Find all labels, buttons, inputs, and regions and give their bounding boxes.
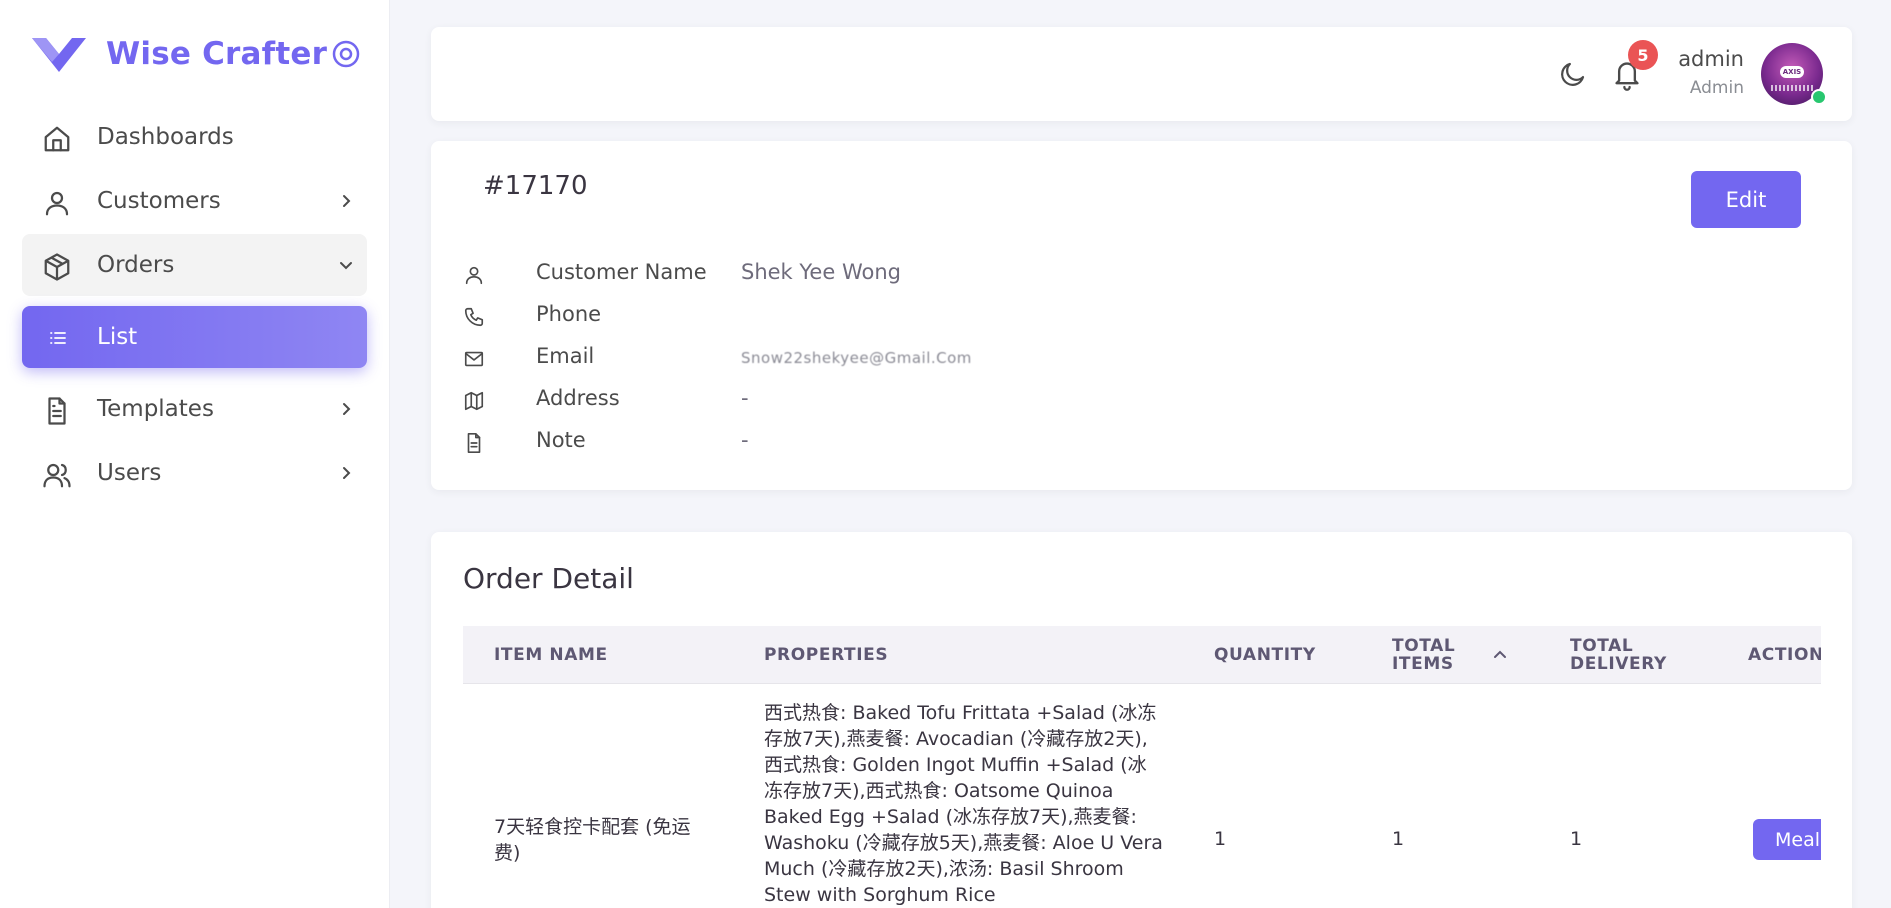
chevron-down-icon <box>340 262 352 270</box>
sidebar-item-users[interactable]: Users <box>22 442 367 504</box>
map-icon <box>464 391 484 411</box>
address-value: - <box>741 386 749 410</box>
properties-cell: 西式热食: Baked Tofu Frittata +Salad (冰冻存放7天… <box>764 702 1163 906</box>
brand[interactable]: Wise Crafter <box>30 32 370 76</box>
order-detail-card: Order Detail ITEM NAME PROPERTIES QUANTI… <box>431 532 1852 908</box>
order-id: #17170 <box>483 171 588 201</box>
email-label: Email <box>536 344 595 368</box>
customer-name-label: Customer Name <box>536 260 707 284</box>
sidebar-toggle-icon[interactable] <box>330 38 362 70</box>
file-text-icon <box>48 397 66 425</box>
moon-icon[interactable] <box>1558 59 1588 89</box>
quantity-cell: 1 <box>1214 828 1227 850</box>
item-name-cell: 7天轻食控卡配套 (免运费) <box>494 816 691 864</box>
email-value: Snow22shekyee@Gmail.Com <box>741 349 972 367</box>
column-header-properties[interactable]: PROPERTIES <box>764 646 888 664</box>
sidebar-item-label: List <box>97 324 138 350</box>
sidebar-item-list[interactable]: List <box>22 306 367 368</box>
meal-button[interactable]: Meal <box>1753 819 1821 860</box>
sidebar-item-label: Customers <box>97 188 221 214</box>
sidebar-item-templates[interactable]: Templates <box>22 378 367 440</box>
table-header: ITEM NAME PROPERTIES QUANTITY TOTAL ITEM… <box>463 626 1821 684</box>
avatar-decoration <box>1771 85 1813 91</box>
sidebar-item-label: Dashboards <box>97 124 234 150</box>
note-value: - <box>741 428 749 452</box>
list-icon <box>50 332 66 344</box>
chevron-right-icon <box>343 467 351 479</box>
brand-name: Wise Crafter <box>106 36 328 72</box>
chevron-right-icon <box>343 403 351 415</box>
user-icon <box>465 266 483 285</box>
address-label: Address <box>536 386 620 410</box>
column-header-quantity[interactable]: QUANTITY <box>1214 646 1316 664</box>
sort-ascending-icon[interactable] <box>1491 646 1509 664</box>
column-header-total-delivery[interactable]: TOTAL DELIVERY <box>1570 637 1680 673</box>
box-icon <box>44 253 70 281</box>
user-name: admin <box>1678 47 1744 71</box>
phone-label: Phone <box>536 302 602 326</box>
sidebar-item-orders[interactable]: Orders <box>22 234 367 296</box>
brand-logo-icon <box>32 38 86 72</box>
sidebar-item-label: Templates <box>97 396 214 422</box>
order-detail-table[interactable]: ITEM NAME PROPERTIES QUANTITY TOTAL ITEM… <box>463 626 1821 908</box>
top-navbar: 5 admin Admin AXIS <box>431 27 1852 121</box>
sidebar-item-label: Orders <box>97 252 175 278</box>
phone-icon <box>464 307 484 327</box>
sidebar-nav: Dashboards Customers Orders List Templat… <box>22 106 367 506</box>
customer-name-row: Customer Name Shek Yee Wong <box>463 259 1363 289</box>
online-status-dot <box>1811 89 1827 105</box>
file-text-icon <box>467 433 481 453</box>
total-delivery-cell: 1 <box>1570 828 1583 850</box>
address-row: Address - <box>463 385 1363 415</box>
sidebar-item-customers[interactable]: Customers <box>22 170 367 232</box>
column-header-item-name[interactable]: ITEM NAME <box>494 646 608 664</box>
column-header-action[interactable]: ACTION <box>1748 646 1821 664</box>
mail-icon <box>464 351 484 367</box>
sidebar-item-dashboards[interactable]: Dashboards <box>22 106 367 168</box>
sidebar: Wise Crafter Dashboards Customers Orders <box>0 0 389 908</box>
avatar-logo-text: AXIS <box>1780 66 1804 78</box>
order-info-card: #17170 Edit Customer Name Shek Yee Wong … <box>431 141 1852 490</box>
column-header-total-items[interactable]: TOTAL ITEMS <box>1392 637 1482 673</box>
note-label: Note <box>536 428 586 452</box>
notification-badge: 5 <box>1628 40 1658 70</box>
email-row: Email Snow22shekyee@Gmail.Com <box>463 343 1363 373</box>
home-icon <box>44 126 70 152</box>
note-row: Note - <box>463 427 1363 457</box>
users-icon <box>43 463 71 488</box>
chevron-right-icon <box>343 195 351 207</box>
sidebar-item-label: Users <box>97 460 162 486</box>
order-detail-title: Order Detail <box>463 562 634 595</box>
edit-button[interactable]: Edit <box>1691 171 1801 228</box>
user-role: Admin <box>1689 78 1744 98</box>
customer-name-value: Shek Yee Wong <box>741 260 901 284</box>
total-items-cell: 1 <box>1392 828 1405 850</box>
phone-row: Phone <box>463 301 1363 331</box>
user-icon <box>45 191 69 216</box>
